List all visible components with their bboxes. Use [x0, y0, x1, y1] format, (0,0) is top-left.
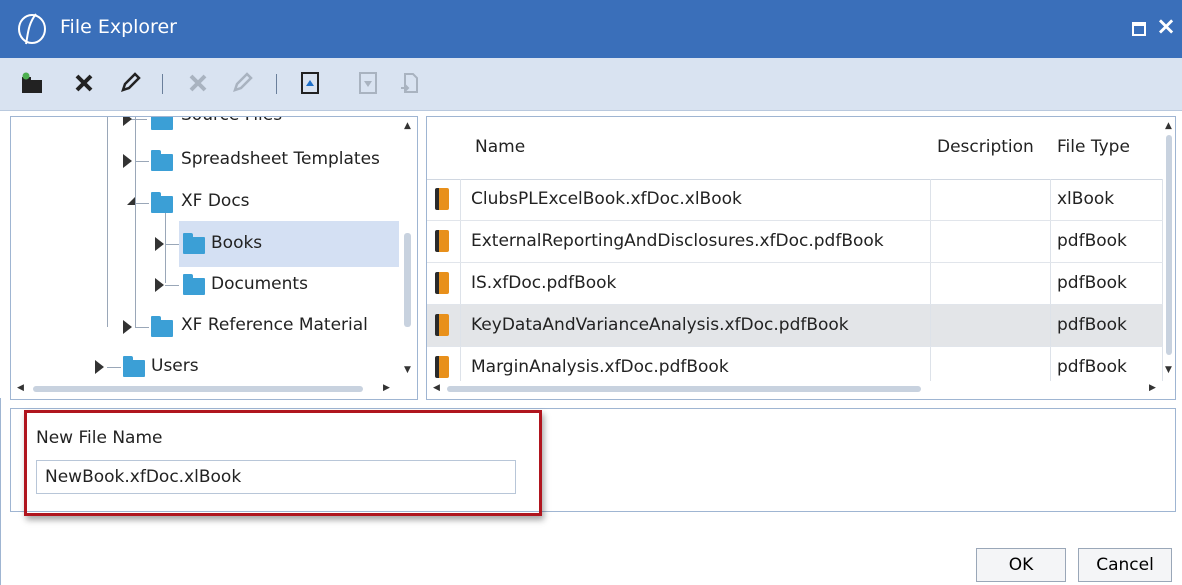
- folder-icon: [183, 274, 205, 295]
- grid-vertical-scrollbar[interactable]: ▲ ▼: [1163, 117, 1175, 381]
- grid-hscroll-thumb[interactable]: [447, 386, 921, 392]
- upload-file-icon[interactable]: [294, 66, 326, 100]
- delete-disabled-icon[interactable]: [182, 66, 214, 100]
- table-row[interactable]: ExternalReportingAndDisclosures.xfDoc.pd…: [427, 221, 1163, 263]
- rename-disabled-icon[interactable]: [226, 66, 258, 100]
- grid-header-name[interactable]: Name: [461, 117, 932, 180]
- file-name-cell: KeyDataAndVarianceAnalysis.xfDoc.pdfBook: [461, 305, 931, 346]
- scroll-right-icon[interactable]: ▶: [383, 383, 390, 393]
- expand-arrow-icon[interactable]: [155, 237, 164, 251]
- expand-arrow-icon[interactable]: [123, 154, 132, 168]
- file-grid[interactable]: Name Description File Type ClubsPLExcelB…: [426, 116, 1176, 400]
- toolbar-separator: [162, 74, 163, 94]
- folder-icon: [151, 117, 173, 130]
- book-icon: [435, 230, 449, 252]
- folder-icon: [123, 356, 145, 377]
- grid-vscroll-thumb[interactable]: [1166, 135, 1172, 355]
- file-description-cell: [931, 179, 1051, 220]
- new-file-name-label: New File Name: [36, 428, 163, 448]
- new-file-name-input[interactable]: [36, 460, 516, 494]
- grid-header-icon-column: [427, 117, 462, 180]
- tree-item-documents[interactable]: Documents: [211, 274, 308, 294]
- file-description-cell: [931, 221, 1051, 262]
- tree-item-xf-reference-material[interactable]: XF Reference Material: [181, 315, 368, 335]
- expand-arrow-icon[interactable]: [155, 278, 164, 292]
- scroll-left-icon[interactable]: ◀: [433, 383, 440, 393]
- toolbar: [0, 58, 1182, 111]
- scroll-right-icon[interactable]: ▶: [1149, 383, 1156, 393]
- tree-item-books[interactable]: Books: [211, 233, 262, 253]
- book-icon: [435, 188, 449, 210]
- file-name-cell: IS.xfDoc.pdfBook: [461, 263, 931, 304]
- folder-icon: [151, 192, 173, 213]
- tree-item-spreadsheet-templates[interactable]: Spreadsheet Templates: [181, 149, 380, 169]
- tree-vscroll-thumb[interactable]: [404, 233, 411, 327]
- toolbar-separator: [276, 74, 277, 94]
- tree-line: [135, 117, 136, 327]
- table-row-selected[interactable]: KeyDataAndVarianceAnalysis.xfDoc.pdfBook…: [427, 305, 1163, 347]
- rename-icon[interactable]: [114, 66, 146, 100]
- scroll-down-icon[interactable]: ▼: [1165, 365, 1172, 375]
- file-description-cell: [931, 305, 1051, 346]
- window-title: File Explorer: [60, 16, 177, 38]
- delete-icon[interactable]: [68, 66, 100, 100]
- tree-item-xf-docs[interactable]: XF Docs: [181, 191, 250, 211]
- tree-item-users[interactable]: Users: [151, 356, 199, 376]
- table-row[interactable]: ClubsPLExcelBook.xfDoc.xlBook xlBook: [427, 179, 1163, 221]
- expand-arrow-icon[interactable]: [123, 320, 132, 334]
- book-icon: [435, 314, 449, 336]
- file-description-cell: [931, 263, 1051, 304]
- expand-arrow-icon[interactable]: [123, 117, 132, 126]
- book-icon: [435, 356, 449, 378]
- scroll-left-icon[interactable]: ◀: [17, 383, 24, 393]
- create-folder-icon[interactable]: [16, 66, 48, 100]
- grid-header-file-type[interactable]: File Type: [1051, 117, 1164, 180]
- file-type-cell: pdfBook: [1051, 263, 1163, 304]
- book-icon: [435, 272, 449, 294]
- file-name-cell: ClubsPLExcelBook.xfDoc.xlBook: [461, 179, 931, 220]
- file-type-cell: xlBook: [1051, 179, 1163, 220]
- tree-line: [165, 209, 166, 283]
- grid-horizontal-scrollbar[interactable]: ◀ ▶: [427, 381, 1163, 397]
- maximize-icon[interactable]: [1132, 22, 1146, 36]
- dialog-left-edge: [0, 398, 7, 585]
- app-logo-icon: [18, 13, 46, 45]
- export-file-icon[interactable]: [394, 66, 426, 100]
- tree-item-source-files[interactable]: Source Files: [181, 117, 282, 125]
- folder-icon: [151, 316, 173, 337]
- expand-arrow-icon[interactable]: [95, 360, 104, 374]
- title-bar: File Explorer ×: [0, 0, 1182, 58]
- file-type-cell: pdfBook: [1051, 221, 1163, 262]
- folder-icon: [183, 233, 205, 254]
- file-name-cell: ExternalReportingAndDisclosures.xfDoc.pd…: [461, 221, 931, 262]
- collapse-arrow-icon[interactable]: [127, 197, 135, 205]
- scroll-down-icon[interactable]: ▼: [404, 365, 411, 375]
- folder-icon: [151, 150, 173, 171]
- scroll-up-icon[interactable]: ▲: [1165, 121, 1172, 131]
- close-icon[interactable]: ×: [1156, 12, 1176, 40]
- grid-header-description[interactable]: Description: [931, 117, 1052, 180]
- tree-vertical-scrollbar[interactable]: ▲ ▼: [401, 117, 415, 379]
- tree-horizontal-scrollbar[interactable]: ◀ ▶: [11, 381, 401, 397]
- download-file-icon[interactable]: [352, 66, 384, 100]
- cancel-button[interactable]: Cancel: [1078, 548, 1172, 582]
- ok-button[interactable]: OK: [976, 548, 1066, 582]
- file-type-cell: pdfBook: [1051, 305, 1163, 346]
- folder-tree[interactable]: Source Files Spreadsheet Templates XF Do…: [10, 116, 418, 400]
- table-row[interactable]: IS.xfDoc.pdfBook pdfBook: [427, 263, 1163, 305]
- tree-line: [107, 117, 108, 327]
- tree-hscroll-thumb[interactable]: [33, 386, 363, 392]
- scroll-up-icon[interactable]: ▲: [404, 121, 411, 131]
